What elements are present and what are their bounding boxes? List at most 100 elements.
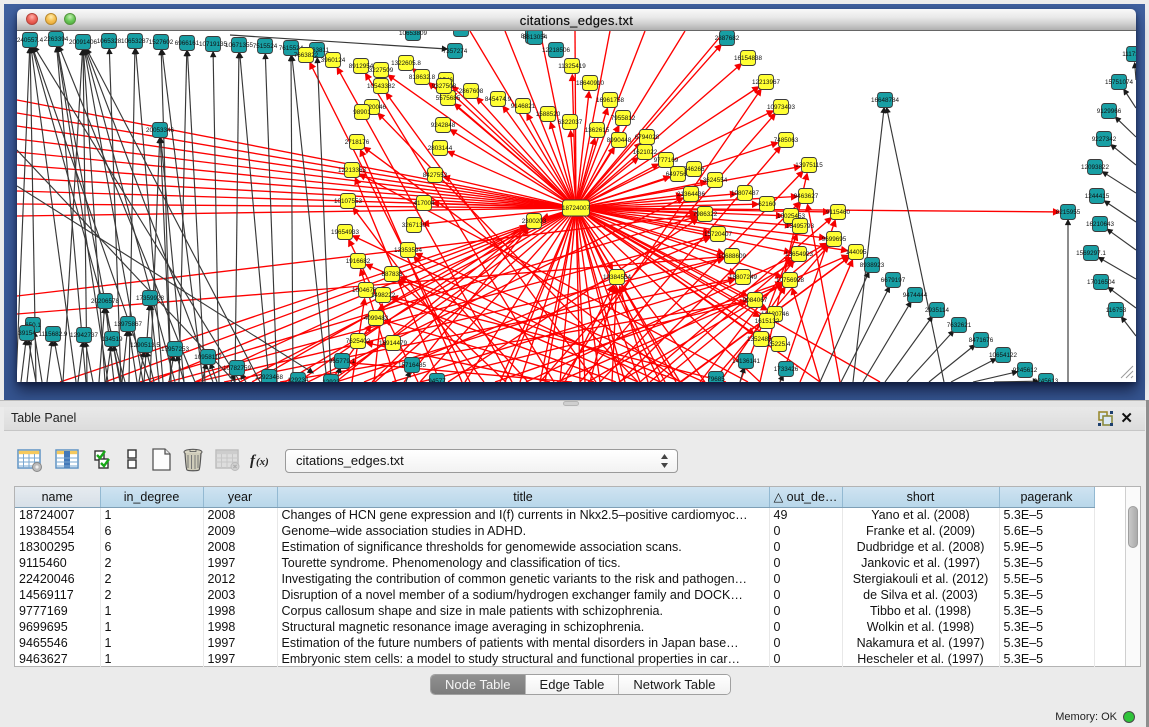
svg-text:2718176: 2718176 [345, 139, 370, 146]
svg-text:16154838: 16154838 [734, 55, 763, 62]
svg-text:1362615: 1362615 [585, 127, 610, 134]
svg-text:94577: 94577 [428, 378, 446, 382]
svg-text:9242848: 9242848 [431, 122, 456, 129]
svg-text:15751074: 15751074 [1105, 79, 1134, 86]
svg-text:12093822: 12093822 [1081, 164, 1110, 171]
svg-text:1916682: 1916682 [346, 258, 371, 265]
svg-text:7625402: 7625402 [346, 338, 371, 345]
svg-text:965779.1: 965779.1 [329, 358, 356, 365]
svg-text:12942737: 12942737 [70, 332, 99, 339]
svg-text:10671355: 10671355 [225, 42, 254, 49]
svg-text:16210643: 16210643 [1086, 221, 1115, 228]
svg-text:134519: 134519 [101, 336, 123, 343]
svg-text:39154: 39154 [18, 330, 36, 337]
svg-text:10543382: 10543382 [367, 83, 396, 90]
svg-text:12213363: 12213363 [338, 167, 367, 174]
svg-text:10807487: 10807487 [731, 190, 760, 197]
svg-text:4099483: 4099483 [364, 315, 389, 322]
svg-text:1498222: 1498222 [371, 292, 396, 299]
svg-text:845474.9: 845474.9 [485, 96, 512, 103]
svg-text:19654933: 19654933 [331, 229, 360, 236]
svg-text:1290513.5: 1290513.5 [130, 342, 160, 349]
svg-text:1322605.8: 1322605.8 [391, 60, 421, 67]
svg-text:3267130: 3267130 [402, 222, 427, 229]
svg-text:12218506: 12218506 [542, 47, 571, 54]
svg-text:10107553: 10107553 [334, 198, 363, 205]
svg-text:18724007: 18724007 [562, 205, 591, 212]
svg-text:13353594: 13353594 [394, 247, 423, 254]
svg-text:7986322: 7986322 [693, 211, 718, 218]
svg-text:16914479: 16914479 [379, 340, 408, 347]
svg-text:7632621: 7632621 [947, 322, 972, 329]
svg-text:240557.4: 240557.4 [17, 37, 44, 44]
svg-text:8215955: 8215955 [1056, 209, 1081, 216]
svg-text:1244415: 1244415 [1085, 193, 1110, 200]
svg-text:15720407: 15720407 [704, 231, 733, 238]
svg-text:18807249: 18807249 [729, 274, 758, 281]
svg-text:7357274: 7357274 [443, 48, 468, 55]
svg-text:10654122: 10654122 [989, 352, 1018, 359]
svg-text:6966161: 6966161 [175, 40, 200, 47]
svg-text:25225.4: 25225.4 [768, 341, 791, 348]
svg-text:1621022: 1621022 [633, 149, 658, 156]
svg-text:10688609: 10688609 [718, 253, 747, 260]
svg-text:62160: 62160 [758, 201, 776, 208]
svg-text:3960124: 3960124 [321, 57, 346, 64]
svg-text:13975115: 13975115 [795, 162, 823, 169]
svg-text:6679197: 6679197 [881, 277, 906, 284]
svg-text:2263394: 2263394 [44, 36, 69, 43]
svg-text:8813054: 8813054 [523, 34, 548, 41]
svg-text:1117345: 1117345 [1122, 51, 1136, 58]
svg-text:129234: 129234 [287, 377, 309, 382]
svg-text:9129966: 9129966 [1097, 108, 1122, 115]
svg-text:17359928: 17359928 [136, 295, 165, 302]
svg-text:9327508: 9327508 [432, 83, 457, 90]
svg-text:16961758: 16961758 [596, 97, 625, 104]
svg-text:7485063: 7485063 [774, 137, 799, 144]
svg-text:20206578: 20206578 [91, 298, 120, 305]
svg-text:8990448: 8990448 [607, 137, 632, 144]
svg-text:9245613: 9245613 [1034, 378, 1059, 382]
svg-text:1615132: 1615132 [755, 318, 780, 325]
svg-text:9084067: 9084067 [743, 297, 768, 304]
svg-text:2387682: 2387682 [715, 35, 740, 42]
svg-text:9699695: 9699695 [822, 236, 847, 243]
svg-text:10719135: 10719135 [199, 41, 228, 48]
svg-text:116753: 116753 [1106, 307, 1127, 314]
svg-text:1115682.9: 1115682.9 [39, 331, 68, 338]
svg-text:20053346: 20053346 [146, 127, 175, 134]
svg-text:1733426: 1733426 [774, 366, 799, 373]
svg-text:7663822: 7663822 [294, 52, 319, 59]
svg-text:10653809: 10653809 [399, 31, 428, 37]
svg-text:9115460: 9115460 [826, 209, 851, 216]
svg-text:13495793: 13495793 [786, 223, 815, 230]
svg-text:10782759: 10782759 [223, 365, 252, 372]
svg-text:17957253: 17957253 [161, 346, 190, 353]
svg-text:19384554: 19384554 [603, 274, 632, 281]
svg-text:11325419: 11325419 [558, 63, 586, 70]
svg-text:12213967: 12213967 [752, 79, 781, 86]
svg-text:2300203: 2300203 [522, 218, 547, 225]
svg-text:10756928: 10756928 [776, 277, 805, 284]
svg-text:7955812: 7955812 [611, 115, 636, 122]
svg-text:1527602: 1527602 [149, 39, 174, 46]
svg-text:1569297.1: 1569297.1 [1076, 250, 1106, 257]
svg-text:12923468: 12923468 [255, 374, 284, 381]
svg-text:8427552: 8427552 [423, 172, 448, 179]
svg-text:15716485: 15716485 [398, 362, 427, 369]
svg-text:417004: 417004 [413, 200, 435, 207]
svg-text:2803144: 2803144 [428, 145, 453, 152]
svg-text:8471676: 8471676 [969, 337, 994, 344]
svg-text:(x): (x) [256, 456, 269, 468]
svg-text:3624554: 3624554 [703, 177, 728, 184]
svg-text:10958117: 10958117 [194, 354, 222, 361]
svg-text:9463627: 9463627 [794, 193, 819, 200]
svg-text:9146821: 9146821 [511, 103, 536, 110]
svg-text:144095: 144095 [845, 249, 867, 256]
svg-text:9245612: 9245612 [1013, 367, 1038, 374]
svg-text:3227509: 3227509 [369, 67, 394, 74]
svg-text:6322037: 6322037 [558, 119, 583, 126]
svg-text:14136141: 14136141 [732, 358, 761, 365]
svg-text:18640910: 18640910 [576, 80, 605, 87]
svg-text:16648784: 16648784 [871, 97, 900, 104]
